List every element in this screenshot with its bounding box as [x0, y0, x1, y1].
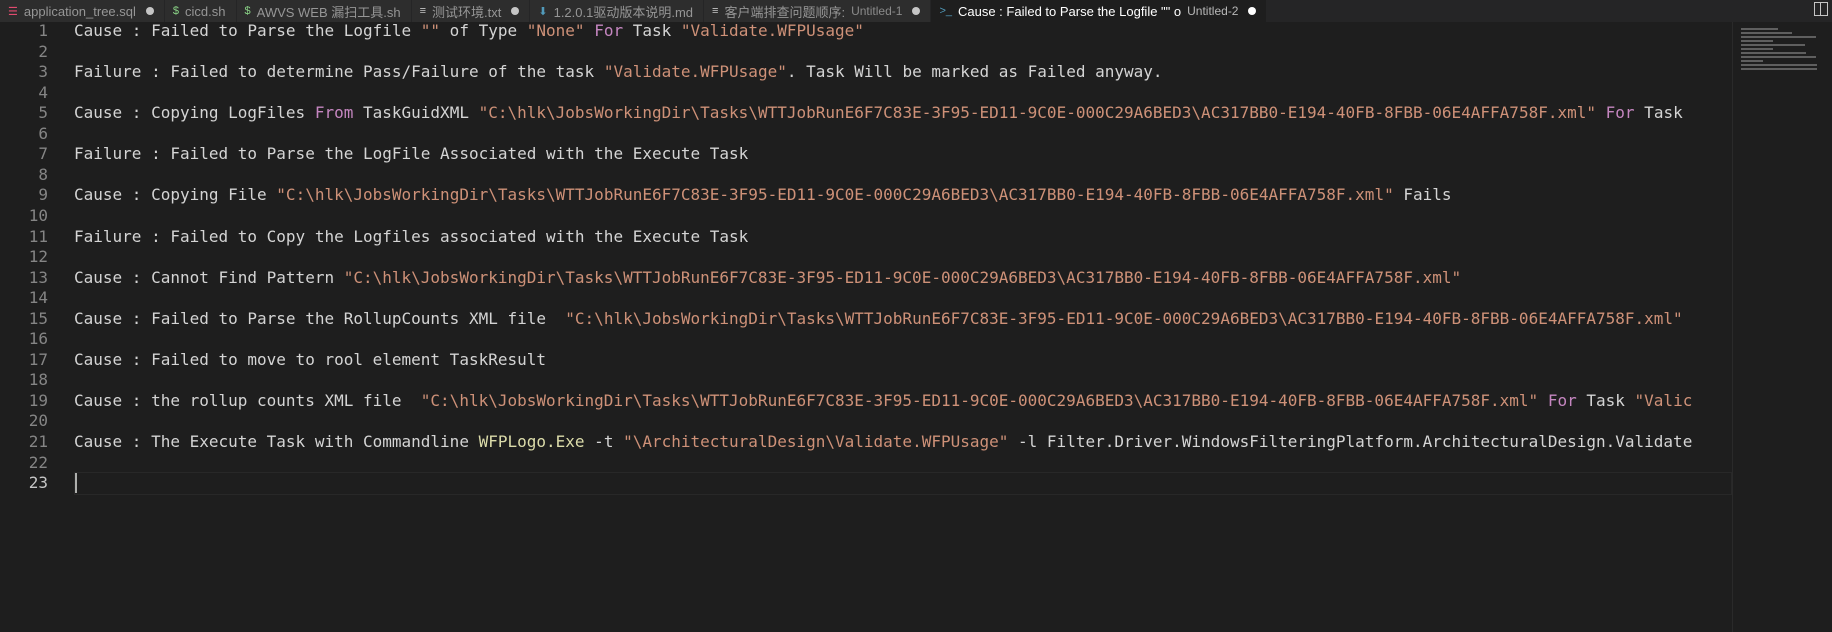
string-token: "None"	[526, 22, 585, 40]
text-token: Task	[1634, 103, 1683, 123]
keyword-token: For	[594, 22, 624, 40]
string-token: "Validate.WFPUsage"	[603, 62, 787, 82]
text-token: Fails	[1393, 185, 1452, 205]
string-token: "C:\hlk\JobsWorkingDir\Tasks\WTTJobRunE6…	[420, 390, 1539, 410]
code-line[interactable]: 23	[0, 471, 1732, 495]
text-token: -t	[584, 432, 624, 451]
minimap-line	[1741, 28, 1778, 30]
text-token: Task	[1576, 390, 1635, 410]
minimap-line	[1741, 68, 1817, 70]
tab-label: 1.2.0.1驱动版本说明.md	[553, 4, 694, 20]
text-token: Cause : Copying File	[74, 185, 277, 205]
text-token: Task	[623, 22, 681, 40]
text-token: Cause : Failed to move to rool element T…	[74, 349, 547, 369]
text-token: Cause : The Execute Task with Commandlin…	[74, 432, 479, 451]
minimap-line	[1741, 44, 1805, 46]
unsaved-dot-icon[interactable]	[511, 7, 520, 15]
code-editor[interactable]: 1 Cause : Failed to Parse the Logfile "" …	[0, 22, 1732, 632]
tab-untitled-1[interactable]: ≡ 客户端排查问题顺序: Untitled-1	[704, 0, 932, 22]
minimap-line	[1741, 64, 1817, 66]
minimap-line	[1741, 40, 1773, 42]
minimap-line	[1741, 56, 1816, 58]
minimap-line	[1741, 52, 1806, 54]
tab-test-env[interactable]: ≡ 测试环境.txt	[411, 0, 531, 22]
tab-label: AWVS WEB 漏扫工具.sh	[256, 4, 401, 20]
chevron-right-icon: >_	[939, 5, 952, 17]
text-file-icon: ≡	[419, 5, 427, 17]
tab-label: 客户端排查问题顺序:	[724, 4, 846, 20]
string-token: ""	[420, 22, 441, 40]
minimap-line	[1741, 36, 1816, 38]
text-token: . Task Will be marked as Failed anyway.	[786, 62, 1163, 82]
text-token: Cause : Failed to Parse the Logfile	[74, 22, 421, 40]
tab-bar: ☰ application_tree.sql $ cicd.sh $ AWVS WEB 漏…	[0, 0, 1832, 22]
text-token: -l Filter.Driver.WindowsFilteringPlatfor…	[1008, 432, 1693, 451]
unsaved-dot-icon[interactable]	[912, 7, 921, 15]
tab-cicd[interactable]: $ cicd.sh	[164, 0, 237, 22]
terminal-icon: $	[244, 5, 251, 17]
tab-label: Cause : Failed to Parse the Logfile "" o	[957, 3, 1182, 19]
tab-awvs-web[interactable]: $ AWVS WEB 漏扫工具.sh	[236, 0, 412, 22]
tab-description: Untitled-1	[851, 4, 903, 18]
string-token: "C:\hlk\JobsWorkingDir\Tasks\WTTJobRunE6…	[565, 308, 1683, 328]
text-token: of Type	[440, 22, 527, 40]
tab-label: 测试环境.txt	[432, 4, 502, 20]
string-token: "\ArchitecturalDesign\Validate.WFPUsage"	[623, 432, 1009, 451]
text-token: Cause : Failed to Parse the RollupCounts…	[74, 308, 566, 328]
unsaved-dot-icon[interactable]	[145, 7, 154, 15]
tab-label: application_tree.sql	[23, 3, 136, 19]
minimap-line	[1741, 60, 1763, 62]
text-token: TaskGuidXML	[353, 103, 479, 123]
string-token: "Validate.WFPUsage"	[680, 22, 864, 40]
keyword-token: For	[1605, 103, 1635, 123]
text-token: Cause : the rollup counts XML file	[74, 390, 421, 410]
string-token: "C:\hlk\JobsWorkingDir\Tasks\WTTJobRunE6…	[478, 103, 1596, 123]
text-token: Cause : Copying LogFiles	[74, 103, 315, 123]
keyword-token: From	[314, 103, 354, 123]
tab-driver-notes[interactable]: ⬇ 1.2.0.1驱动版本说明.md	[530, 0, 705, 22]
markdown-icon: ⬇	[538, 5, 548, 18]
tab-untitled-2[interactable]: >_ Cause : Failed to Parse the Logfile ""…	[931, 0, 1268, 22]
unsaved-dot-icon[interactable]	[1248, 7, 1257, 15]
string-token: "C:\hlk\JobsWorkingDir\Tasks\WTTJobRunE6…	[343, 267, 1462, 287]
text-token: Failure : Failed to Parse the LogFile As…	[74, 144, 749, 164]
tab-description: Untitled-2	[1187, 4, 1239, 18]
string-token: "Valic	[1634, 390, 1693, 410]
minimap-line	[1741, 48, 1773, 50]
minimap[interactable]	[1732, 22, 1832, 632]
terminal-icon: $	[172, 5, 180, 17]
text-token: Failure : Failed to Copy the Logfiles as…	[74, 226, 749, 246]
text-file-icon: ≡	[712, 5, 719, 17]
tab-application-tree[interactable]: ☰ application_tree.sql	[0, 0, 165, 22]
tab-label: cicd.sh	[185, 3, 226, 19]
database-icon: ☰	[8, 5, 18, 18]
text-token: Cause : Cannot Find Pattern	[74, 267, 344, 287]
text-token: Failure : Failed to determine Pass/Failu…	[74, 62, 604, 82]
minimap-line	[1741, 32, 1792, 34]
string-token: "C:\hlk\JobsWorkingDir\Tasks\WTTJobRunE6…	[276, 185, 1394, 205]
line-number: 23	[28, 473, 48, 493]
keyword-token: For	[1547, 390, 1577, 410]
split-editor-icon[interactable]	[1814, 2, 1828, 16]
function-token: WFPLogo.Exe	[478, 432, 585, 451]
